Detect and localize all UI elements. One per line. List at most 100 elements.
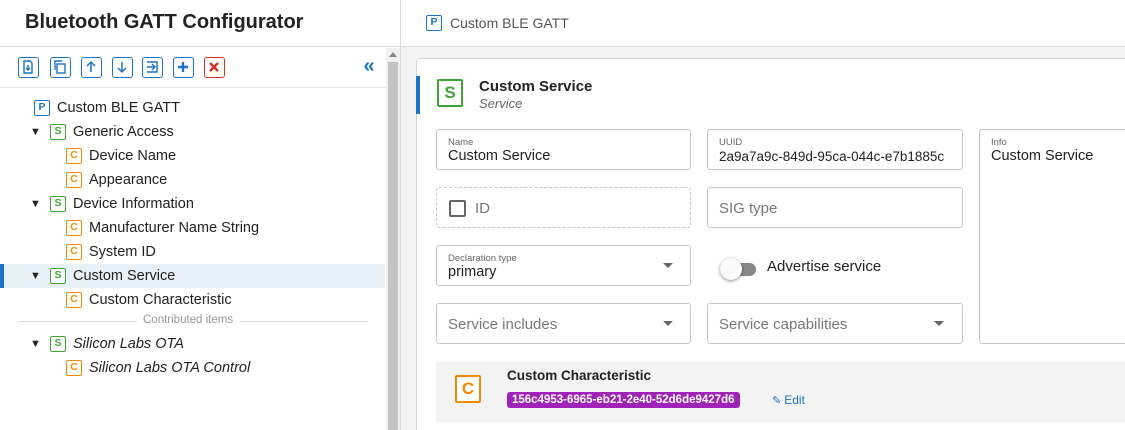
arrow-up-icon [86,60,96,72]
profile-icon: P [426,15,442,31]
characteristic-title: Custom Characteristic [507,368,652,383]
tree-item-custom-service[interactable]: ▼ S Custom Service [0,264,385,288]
chevron-down-icon [663,263,673,268]
export-button[interactable] [142,57,163,78]
tree-item-system-id[interactable]: C System ID [0,240,385,264]
close-icon [209,62,219,72]
tree-item-label: Silicon Labs OTA Control [89,360,251,376]
name-field[interactable]: Name Custom Service [436,129,691,170]
caret-down-icon[interactable]: ▼ [30,332,42,356]
collapse-panel-button[interactable]: « [359,55,379,77]
edit-label: Edit [784,393,805,407]
tree-item-label: Custom Service [73,268,176,284]
card-accent [416,76,420,114]
characteristic-icon: C [66,172,82,188]
tree-item-label: Device Name [89,148,177,164]
info-textarea[interactable]: Info Custom Service [979,129,1125,344]
chevron-down-icon [663,321,673,326]
tree-item-label: Appearance [89,172,168,188]
characteristic-icon: C [66,244,82,260]
service-capabilities-select[interactable]: Service capabilities [707,303,963,344]
tree-item-label: Custom Characteristic [89,292,232,308]
service-icon: S [50,124,66,140]
app-title: Bluetooth GATT Configurator [25,11,304,33]
breadcrumb[interactable]: Custom BLE GATT [450,15,569,31]
service-icon: S [50,268,66,284]
move-down-button[interactable] [112,57,133,78]
tree-item-appearance[interactable]: C Appearance [0,168,385,192]
tree-toolbar: « [0,48,386,88]
service-title: Custom Service [479,78,593,95]
tree-item-label: Manufacturer Name String [89,220,260,236]
toggle-knob[interactable] [720,258,742,280]
tree-item-custom-characteristic[interactable]: C Custom Characteristic [0,288,385,312]
plus-icon [178,62,188,72]
uuid-label: UUID [719,137,743,148]
service-subtitle: Service [479,96,523,111]
tree-item-device-name[interactable]: C Device Name [0,144,385,168]
service-icon: S [50,336,66,352]
import-icon [23,60,33,74]
tree-item-silicon-labs-ota-control[interactable]: C Silicon Labs OTA Control [0,356,385,380]
profile-icon: P [34,100,50,116]
declaration-type-value: primary [448,264,497,280]
move-up-button[interactable] [81,57,102,78]
characteristic-icon: C [66,220,82,236]
tree-item-label: Generic Access [73,124,174,140]
breadcrumb-bar: P Custom BLE GATT [401,0,1125,47]
characteristic-icon: C [66,148,82,164]
copy-button[interactable] [50,57,71,78]
characteristic-uuid-badge: 156c4953-6965-eb21-2e40-52d6de9427d6 [507,392,740,408]
copy-icon [54,60,66,74]
declaration-type-label: Declaration type [448,253,517,264]
tree-item-custom-ble-gatt[interactable]: P Custom BLE GATT [0,96,385,120]
info-label: Info [991,137,1007,148]
service-icon: S [50,196,66,212]
name-label: Name [448,137,474,148]
service-capabilities-placeholder: Service capabilities [719,316,848,333]
declaration-type-select[interactable]: Declaration type primary [436,245,691,286]
contributed-items-label: Contributed items [137,314,240,326]
double-chevron-left-icon: « [363,55,375,77]
scrollbar-thumb[interactable] [388,62,398,430]
gatt-tree: P Custom BLE GATT ▼ S Generic Access C D… [0,88,386,430]
chevron-down-icon [934,321,944,326]
left-panel: Bluetooth GATT Configurator « P Custom B… [0,0,401,430]
uuid-value: 2a9a7a9c-849d-95ca-044c-e7b1885c [719,149,945,164]
tree-item-label: System ID [89,244,156,260]
characteristic-icon: C [455,375,481,403]
app-title-bar: Bluetooth GATT Configurator [0,0,401,47]
sig-type-field[interactable]: SIG type [707,187,963,228]
export-icon [147,61,158,73]
characteristic-row[interactable]: C Custom Characteristic 156c4953-6965-eb… [436,362,1125,422]
import-button[interactable] [18,57,39,78]
info-value: Custom Service [991,148,1094,164]
caret-down-icon[interactable]: ▼ [30,264,42,288]
delete-button[interactable] [204,57,225,78]
tree-item-label: Silicon Labs OTA [73,336,184,352]
name-value: Custom Service [448,148,551,164]
uuid-field[interactable]: UUID 2a9a7a9c-849d-95ca-044c-e7b1885c [707,129,963,170]
tree-item-silicon-labs-ota[interactable]: ▼ S Silicon Labs OTA [0,332,385,356]
caret-down-icon[interactable]: ▼ [30,120,42,144]
caret-down-icon[interactable]: ▼ [30,192,42,216]
arrow-down-icon [117,62,127,74]
tree-item-manufacturer-name-string[interactable]: C Manufacturer Name String [0,216,385,240]
service-card: S Custom Service Service Name Custom Ser… [416,58,1125,430]
tree-scrollbar[interactable] [386,48,400,430]
service-includes-placeholder: Service includes [448,316,558,333]
tree-item-generic-access[interactable]: ▼ S Generic Access [0,120,385,144]
tree-item-label: Device Information [73,196,194,212]
id-checkbox[interactable] [449,200,466,217]
characteristic-icon: C [66,360,82,376]
edit-link[interactable]: ✎ Edit [772,393,805,407]
scroll-up-icon[interactable] [389,52,397,57]
editor-panel: P Custom BLE GATT S Custom Service Servi… [401,0,1125,430]
pencil-icon: ✎ [772,395,782,407]
tree-item-device-information[interactable]: ▼ S Device Information [0,192,385,216]
add-button[interactable] [173,57,194,78]
id-label: ID [475,200,490,217]
tree-item-label: Custom BLE GATT [57,100,181,116]
service-includes-select[interactable]: Service includes [436,303,691,344]
advertise-service-label: Advertise service [767,258,882,275]
